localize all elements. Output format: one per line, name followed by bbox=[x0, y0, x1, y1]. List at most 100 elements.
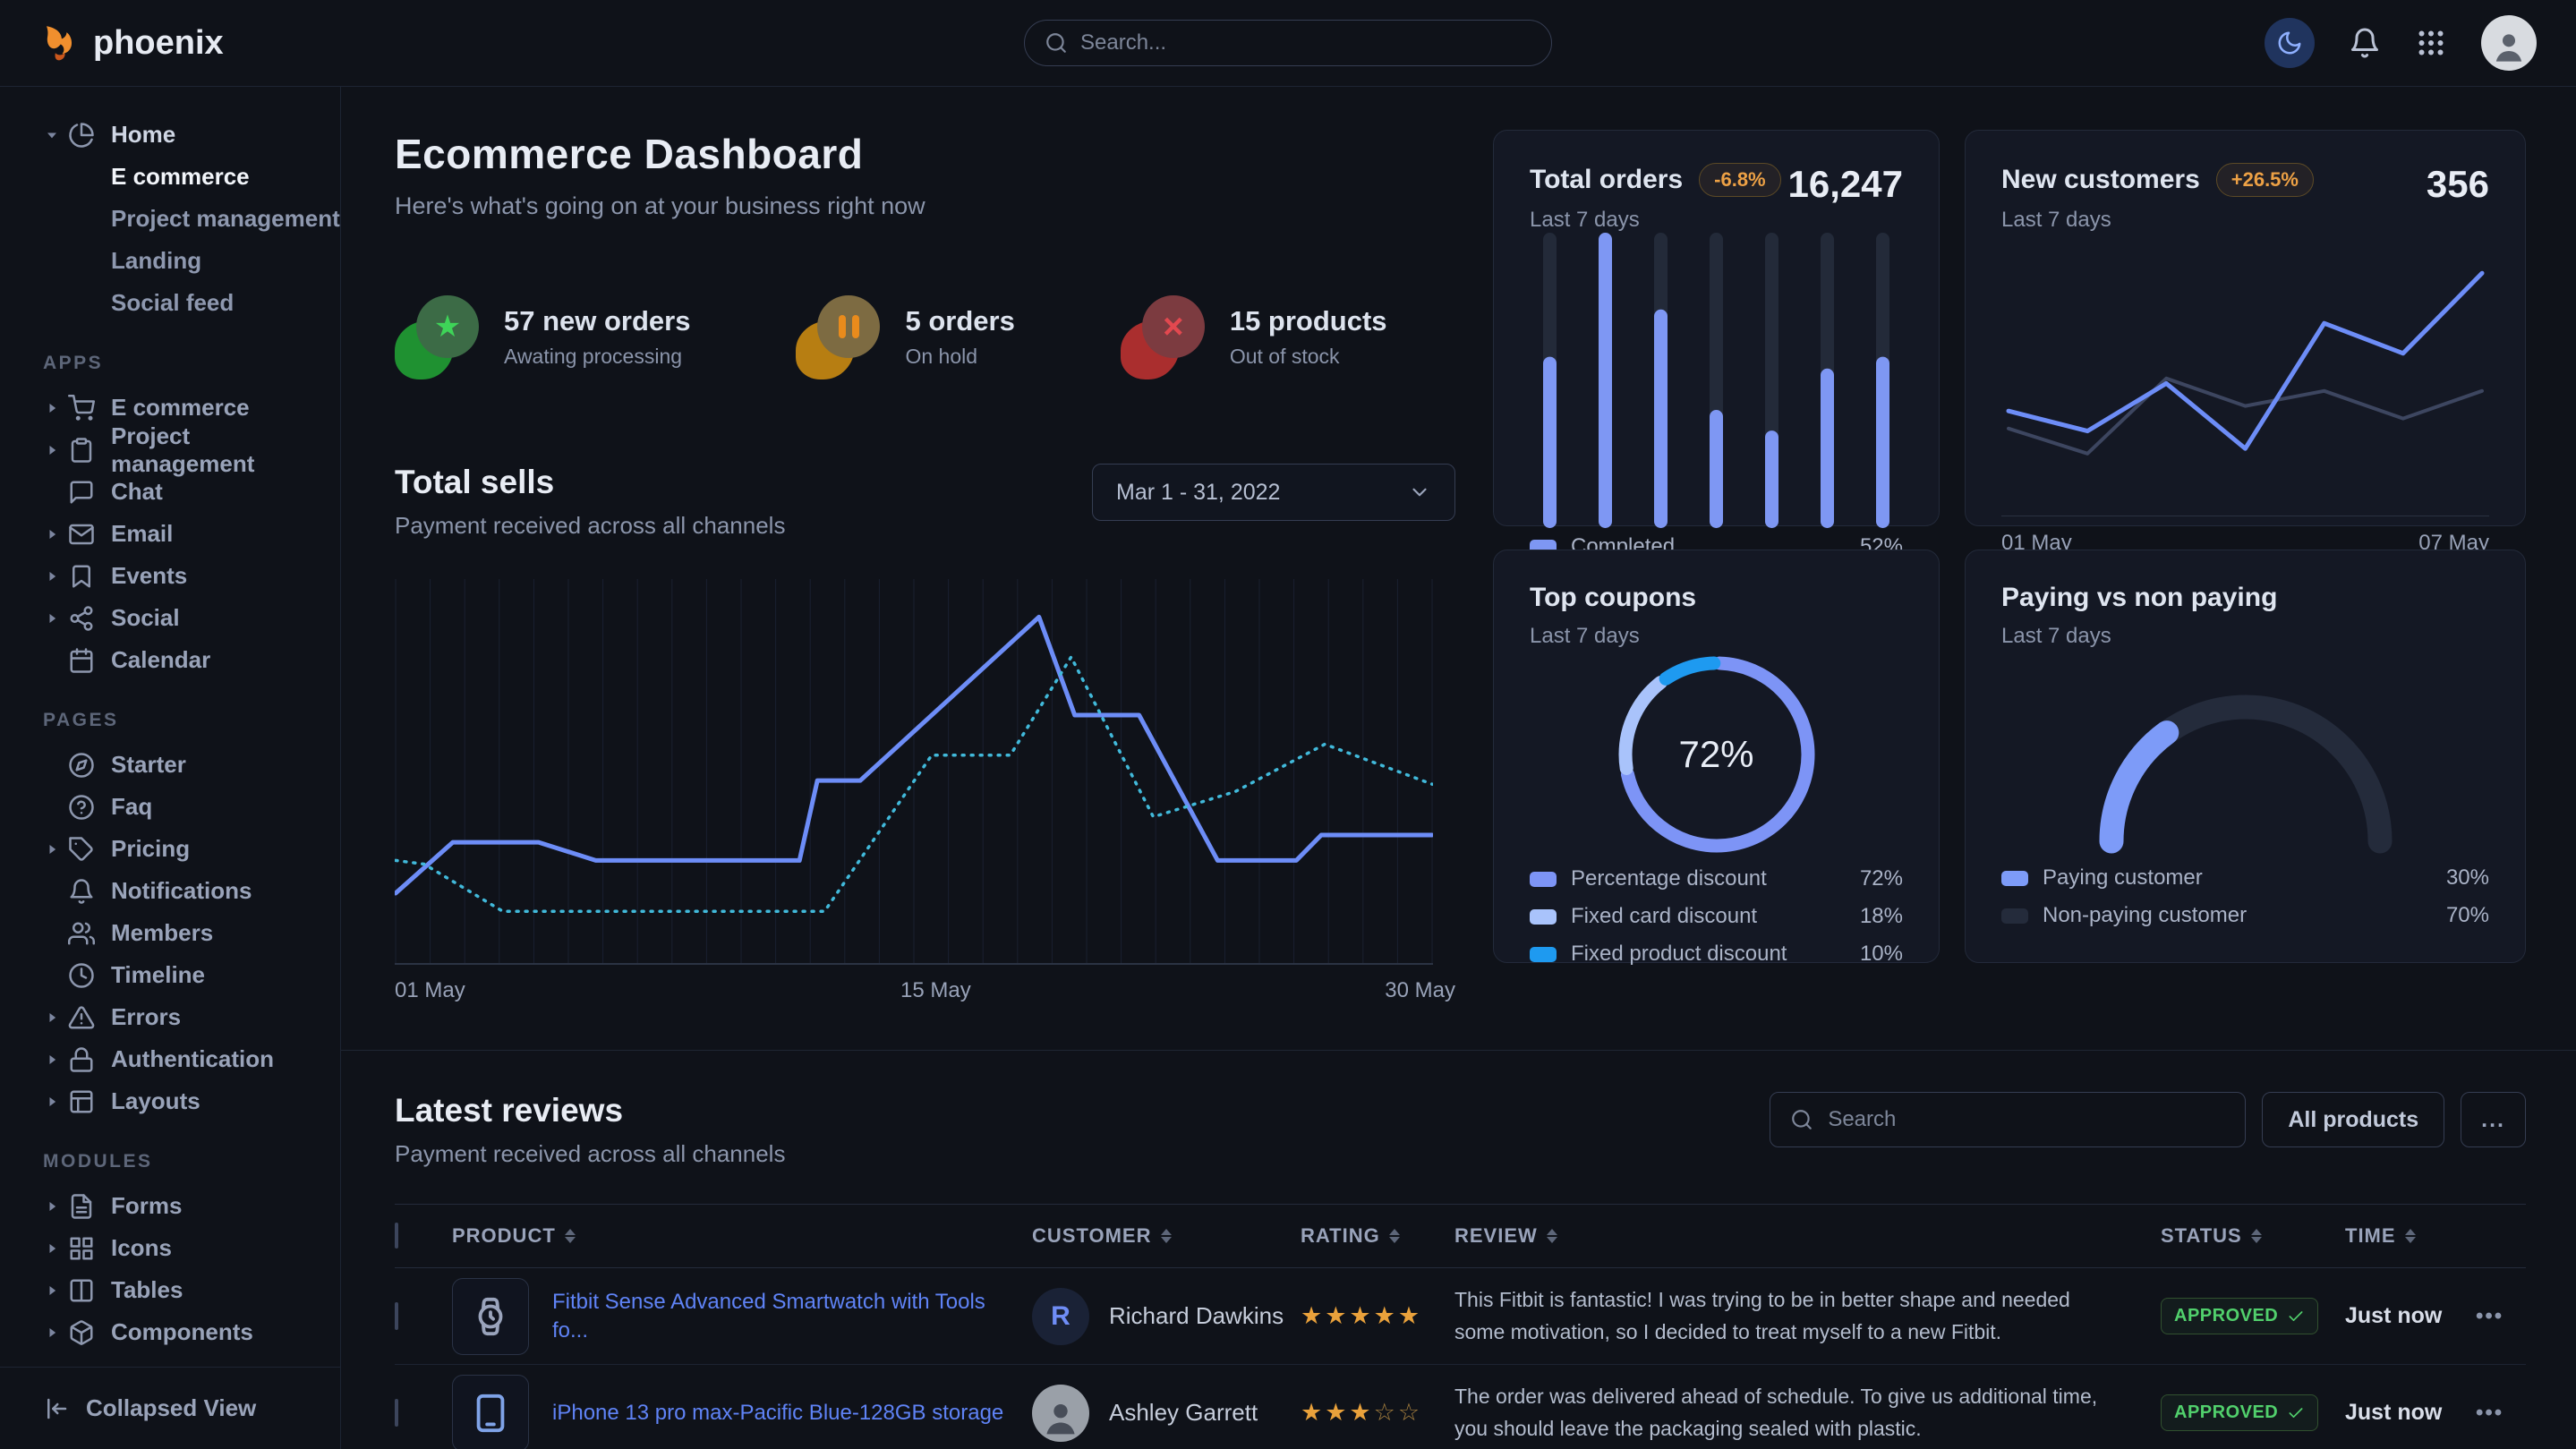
brand-logo[interactable]: phoenix bbox=[39, 22, 224, 64]
caret-right-icon bbox=[43, 399, 61, 417]
notifications-bell-icon[interactable] bbox=[2349, 27, 2381, 59]
stat-red-icon: × bbox=[1121, 294, 1207, 379]
sidebar-item-email[interactable]: Email bbox=[0, 513, 340, 555]
sidebar-item-components[interactable]: Components bbox=[0, 1311, 340, 1353]
caret-right-icon bbox=[43, 1240, 61, 1257]
legend-swatch bbox=[2001, 871, 2028, 886]
tag-icon bbox=[68, 836, 95, 863]
column-header-time[interactable]: TIME bbox=[2345, 1224, 2476, 1248]
sidebar-subitem-social-feed[interactable]: Social feed bbox=[0, 282, 340, 324]
total-orders-value: 16,247 bbox=[1788, 163, 1903, 206]
page-title: Ecommerce Dashboard bbox=[395, 130, 1455, 178]
star-icon: ★ bbox=[434, 309, 461, 345]
sidebar-item-social[interactable]: Social bbox=[0, 597, 340, 639]
sidebar-item-faq[interactable]: Faq bbox=[0, 786, 340, 828]
sidebar-item-forms[interactable]: Forms bbox=[0, 1185, 340, 1227]
date-range-select[interactable]: Mar 1 - 31, 2022 bbox=[1092, 464, 1455, 521]
customer-avatar-photo bbox=[1032, 1385, 1089, 1442]
total-orders-period: Last 7 days bbox=[1530, 208, 1781, 233]
table-row: iPhone 13 pro max-Pacific Blue-128GB sto… bbox=[395, 1365, 2526, 1449]
sidebar-item-notifications[interactable]: Notifications bbox=[0, 870, 340, 912]
sidebar-item-calendar[interactable]: Calendar bbox=[0, 639, 340, 681]
paying-period: Last 7 days bbox=[2001, 624, 2489, 649]
compass-icon bbox=[68, 752, 95, 779]
row-checkbox[interactable] bbox=[395, 1399, 398, 1427]
reviews-table: PRODUCTCUSTOMERRATINGREVIEWSTATUSTIME Fi… bbox=[395, 1204, 2526, 1449]
total-orders-card: Total orders -6.8% Last 7 days 16,247 bbox=[1493, 130, 1940, 526]
new-customers-period: Last 7 days bbox=[2001, 208, 2314, 233]
product-link[interactable]: iPhone 13 pro max-Pacific Blue-128GB sto… bbox=[552, 1399, 1003, 1427]
sort-icon bbox=[2405, 1229, 2416, 1243]
person-silhouette-icon bbox=[2491, 29, 2527, 64]
collapse-view-label: Collapsed View bbox=[86, 1394, 256, 1422]
sidebar-item-authentication[interactable]: Authentication bbox=[0, 1038, 340, 1080]
row-checkbox[interactable] bbox=[395, 1302, 398, 1330]
sidebar-item-events[interactable]: Events bbox=[0, 555, 340, 597]
sidebar-item-layouts[interactable]: Layouts bbox=[0, 1080, 340, 1122]
customer-name: Richard Dawkins bbox=[1109, 1302, 1284, 1330]
legend-label: Percentage discount bbox=[1571, 866, 1767, 891]
layout-icon bbox=[68, 1088, 95, 1115]
search-icon bbox=[1790, 1108, 1813, 1131]
clipboard-icon bbox=[68, 437, 95, 464]
caret-right-icon bbox=[43, 840, 61, 858]
stat-amount: 5 orders bbox=[905, 305, 1014, 337]
new-customers-line-chart bbox=[2001, 233, 2489, 510]
sidebar-item-members[interactable]: Members bbox=[0, 912, 340, 954]
reviews-subtitle: Payment received across all channels bbox=[395, 1140, 785, 1168]
new-customers-card: New customers +26.5% Last 7 days 356 01 … bbox=[1965, 130, 2526, 526]
total-sells-chart: 01 May 15 May 30 May bbox=[395, 579, 1455, 1014]
top-coupons-legend-row: Fixed card discount 18% bbox=[1530, 898, 1903, 935]
sidebar-item-errors[interactable]: Errors bbox=[0, 996, 340, 1038]
total-sells-section: Total sells Payment received across all … bbox=[395, 464, 1455, 1014]
stat-green-icon: ★ bbox=[395, 294, 481, 379]
sidebar-item-tables[interactable]: Tables bbox=[0, 1269, 340, 1311]
product-link[interactable]: Fitbit Sense Advanced Smartwatch with To… bbox=[552, 1288, 1005, 1343]
reviews-search-input[interactable]: Search bbox=[1770, 1092, 2246, 1147]
sidebar-item-starter[interactable]: Starter bbox=[0, 744, 340, 786]
pause-icon bbox=[839, 315, 859, 338]
sidebar-item-label: Home bbox=[111, 121, 175, 149]
sort-icon bbox=[1547, 1229, 1557, 1243]
user-avatar[interactable] bbox=[2481, 15, 2537, 71]
sidebar-item-icons[interactable]: Icons bbox=[0, 1227, 340, 1269]
legend-label: Fixed card discount bbox=[1571, 904, 1757, 929]
global-search-input[interactable]: Search... bbox=[1024, 20, 1552, 66]
search-placeholder: Search... bbox=[1080, 30, 1166, 55]
new-customers-change-badge: +26.5% bbox=[2216, 163, 2314, 197]
collapse-arrow-icon bbox=[43, 1395, 70, 1422]
paying-legend-row: Paying customer 30% bbox=[2001, 859, 2489, 897]
stat-description: On hold bbox=[905, 345, 1014, 369]
sidebar-item-timeline[interactable]: Timeline bbox=[0, 954, 340, 996]
column-header-rating[interactable]: RATING bbox=[1301, 1224, 1454, 1248]
reviews-more-button[interactable]: ... bbox=[2461, 1092, 2526, 1147]
caret-right-icon bbox=[43, 1324, 61, 1342]
mail-icon bbox=[68, 521, 95, 548]
sidebar-subitem-e-commerce[interactable]: E commerce bbox=[0, 156, 340, 198]
x-tick-15may: 15 May bbox=[900, 978, 971, 1003]
caret-right-icon bbox=[43, 441, 61, 459]
column-header-customer[interactable]: CUSTOMER bbox=[1032, 1224, 1301, 1248]
caret-right-icon bbox=[43, 567, 61, 585]
person-silhouette-icon bbox=[1041, 1398, 1080, 1437]
row-more-button[interactable]: ••• bbox=[2476, 1401, 2526, 1426]
theme-toggle-button[interactable] bbox=[2265, 18, 2315, 68]
column-header-status[interactable]: STATUS bbox=[2161, 1224, 2345, 1248]
sidebar-subitem-landing[interactable]: Landing bbox=[0, 240, 340, 282]
sidebar-item-home[interactable]: Home bbox=[0, 114, 340, 156]
row-more-button[interactable]: ••• bbox=[2476, 1304, 2526, 1329]
status-badge: APPROVED bbox=[2161, 1298, 2318, 1334]
all-products-button[interactable]: All products bbox=[2262, 1092, 2444, 1147]
smartwatch-icon bbox=[470, 1296, 511, 1337]
apps-grid-icon[interactable] bbox=[2415, 27, 2447, 59]
column-header-review[interactable]: REVIEW bbox=[1454, 1224, 2161, 1248]
sidebar-item-pricing[interactable]: Pricing bbox=[0, 828, 340, 870]
moon-icon bbox=[2276, 30, 2303, 56]
sidebar-subitem-project-management[interactable]: Project management bbox=[0, 198, 340, 240]
collapse-view-button[interactable]: Collapsed View bbox=[0, 1367, 340, 1449]
select-all-checkbox[interactable] bbox=[395, 1223, 398, 1249]
sidebar-item-project-management[interactable]: Project management bbox=[0, 429, 340, 471]
new-customers-title: New customers bbox=[2001, 165, 2200, 195]
quick-stats: ★ 57 new orders Awating processing 5 ord… bbox=[395, 294, 1455, 379]
column-header-product[interactable]: PRODUCT bbox=[452, 1224, 1032, 1248]
